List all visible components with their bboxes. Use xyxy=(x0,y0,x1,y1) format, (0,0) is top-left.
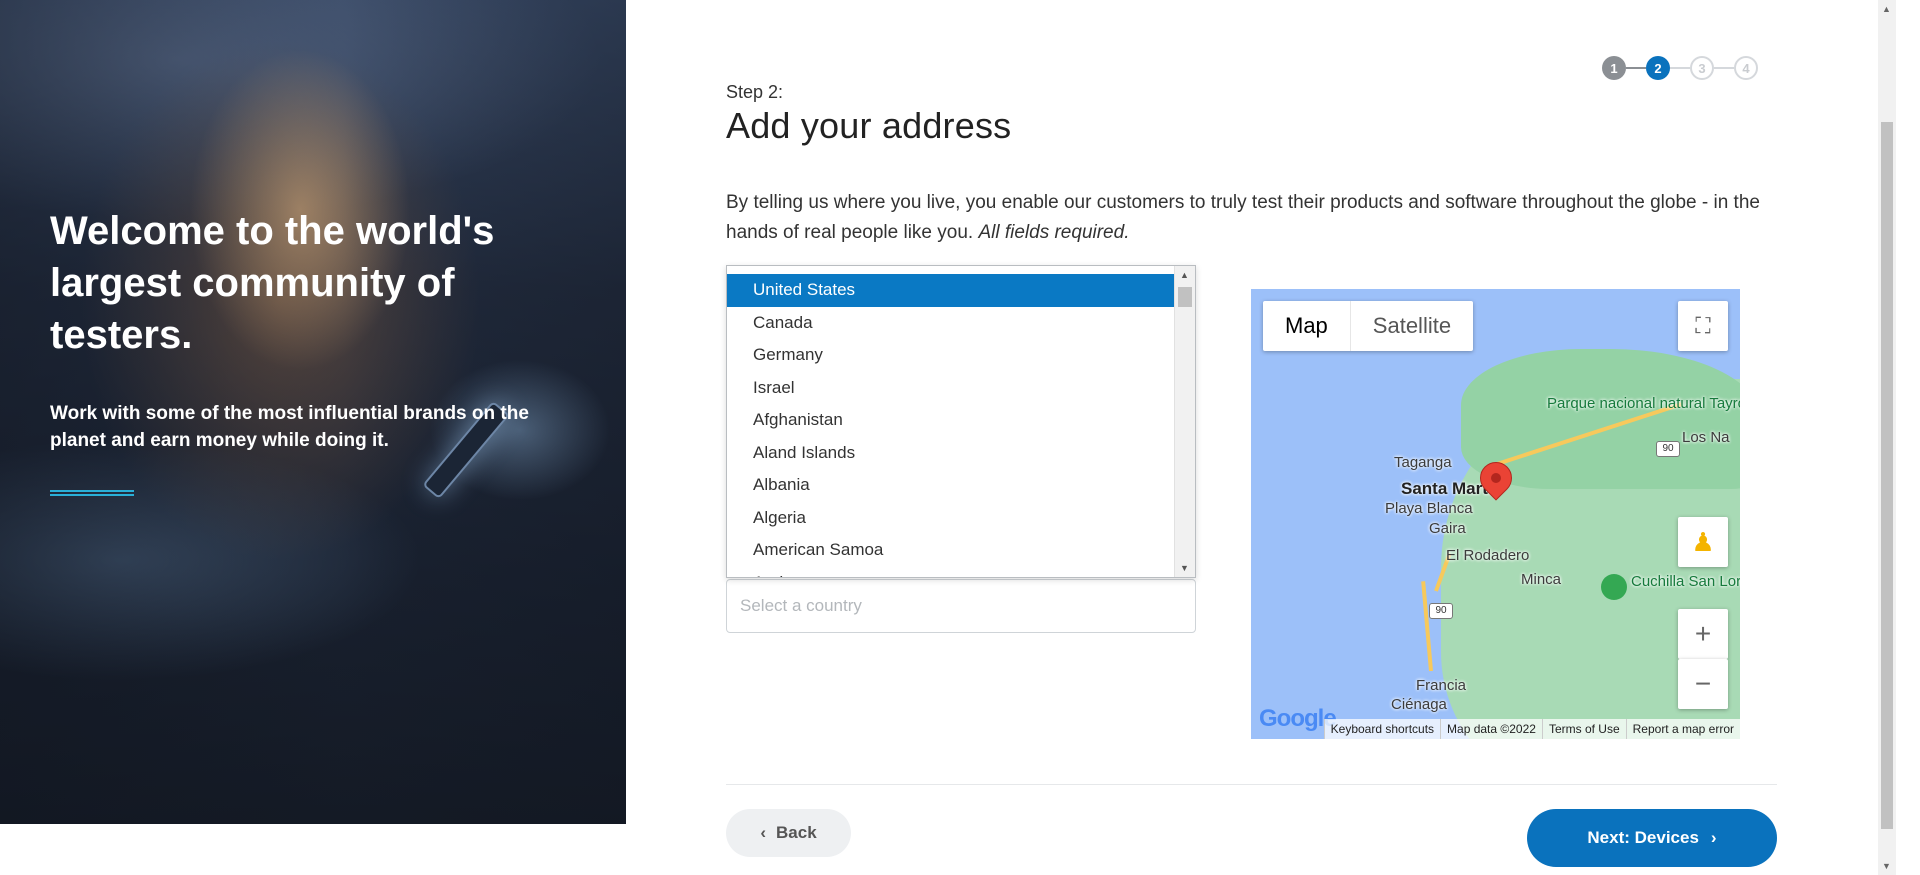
intro-text: By telling us where you live, you enable… xyxy=(726,188,1786,248)
progress-stepper: 1 2 3 4 xyxy=(1602,56,1758,80)
step-label: Step 2: xyxy=(726,82,784,102)
next-button[interactable]: Next: Devices › xyxy=(1527,809,1777,867)
step-3: 3 xyxy=(1690,56,1714,80)
dropdown-scrollbar[interactable]: ▲ ▼ xyxy=(1174,266,1195,577)
map-mode-button[interactable]: Map xyxy=(1263,301,1351,351)
park-icon xyxy=(1601,574,1627,600)
country-input[interactable] xyxy=(726,579,1196,633)
intro-emphasis: All fields required. xyxy=(978,222,1130,243)
scrollbar-thumb[interactable] xyxy=(1178,287,1192,307)
footer-divider xyxy=(726,784,1777,785)
chevron-right-icon: › xyxy=(1710,828,1717,847)
hero-subtitle: Work with some of the most influential b… xyxy=(50,403,529,451)
satellite-mode-button[interactable]: Satellite xyxy=(1351,301,1473,351)
page-title: Add your address xyxy=(726,105,1012,146)
zoom-out-icon[interactable]: − xyxy=(1678,659,1728,709)
map-label-park: Cuchilla San Lorenzo xyxy=(1631,573,1740,590)
map-data-attribution: Map data ©2022 xyxy=(1440,719,1542,739)
map-label: El Rodadero xyxy=(1446,547,1530,564)
country-option[interactable]: Canada xyxy=(727,307,1174,340)
page-scrollbar-thumb[interactable] xyxy=(1881,122,1893,829)
scroll-down-icon[interactable]: ▼ xyxy=(1882,861,1891,871)
map-road xyxy=(1421,581,1433,672)
map-label-park: Parque nacional natural Tayrona xyxy=(1547,395,1740,412)
map-label: Taganga xyxy=(1394,454,1452,471)
map-label: Ciénaga xyxy=(1391,696,1447,713)
zoom-in-icon[interactable]: + xyxy=(1678,609,1728,659)
scroll-up-icon[interactable]: ▲ xyxy=(1882,4,1891,14)
map-label: Minca xyxy=(1521,571,1562,588)
back-button-label: Back xyxy=(776,823,817,842)
country-option[interactable]: Germany xyxy=(727,339,1174,372)
country-option[interactable]: Afghanistan xyxy=(727,404,1174,437)
step-connector xyxy=(1714,67,1734,69)
page-scrollbar[interactable]: ▲ ▼ xyxy=(1878,0,1896,875)
next-button-label: Next: Devices xyxy=(1587,828,1699,847)
step-1: 1 xyxy=(1602,56,1626,80)
country-option[interactable]: American Samoa xyxy=(727,534,1174,567)
chevron-left-icon: ‹ xyxy=(760,823,767,842)
country-list: United States Canada Germany Israel Afgh… xyxy=(727,274,1174,578)
map-label: Gaira xyxy=(1429,520,1466,537)
hero-panel: Welcome to the world's largest community… xyxy=(0,0,626,824)
street-view-pegman-icon[interactable]: ♟ xyxy=(1678,517,1728,567)
terms-link[interactable]: Terms of Use xyxy=(1541,719,1626,739)
map-label: Francia xyxy=(1416,677,1467,694)
map-footer: Keyboard shortcuts Map data ©2022 Terms … xyxy=(1251,719,1740,739)
fullscreen-icon[interactable]: ⛶ xyxy=(1678,301,1728,351)
pin-center xyxy=(1491,473,1501,483)
map-type-control: Map Satellite xyxy=(1263,301,1474,351)
country-option[interactable]: Albania xyxy=(727,469,1174,502)
country-option[interactable]: Aland Islands xyxy=(727,437,1174,470)
back-button[interactable]: ‹ Back xyxy=(726,809,851,857)
address-map[interactable]: Parque nacional natural Tayrona Los Na T… xyxy=(1251,289,1740,739)
step-connector xyxy=(1670,67,1690,69)
scroll-down-icon[interactable]: ▼ xyxy=(1180,563,1189,573)
hero-title: Welcome to the world's largest community… xyxy=(50,209,495,357)
country-dropdown[interactable]: United States Canada Germany Israel Afgh… xyxy=(726,265,1196,578)
road-shield: 90 xyxy=(1656,441,1680,457)
hero-accent-line xyxy=(50,490,134,496)
country-option[interactable]: Algeria xyxy=(727,502,1174,535)
map-label: Los Na xyxy=(1682,429,1730,446)
step-4: 4 xyxy=(1734,56,1758,80)
map-label: Playa Blanca xyxy=(1385,500,1473,517)
country-option[interactable]: United States xyxy=(727,274,1174,307)
report-map-error-link[interactable]: Report a map error xyxy=(1625,719,1740,739)
country-option[interactable]: Andorra xyxy=(727,567,1174,578)
signup-page: Welcome to the world's largest community… xyxy=(0,0,1920,875)
step-connector xyxy=(1626,67,1646,69)
step-2: 2 xyxy=(1646,56,1670,80)
intro-body: By telling us where you live, you enable… xyxy=(726,192,1760,243)
country-option[interactable]: Israel xyxy=(727,372,1174,405)
road-shield: 90 xyxy=(1429,603,1453,619)
scroll-up-icon[interactable]: ▲ xyxy=(1180,270,1189,280)
keyboard-shortcuts-link[interactable]: Keyboard shortcuts xyxy=(1323,719,1441,739)
